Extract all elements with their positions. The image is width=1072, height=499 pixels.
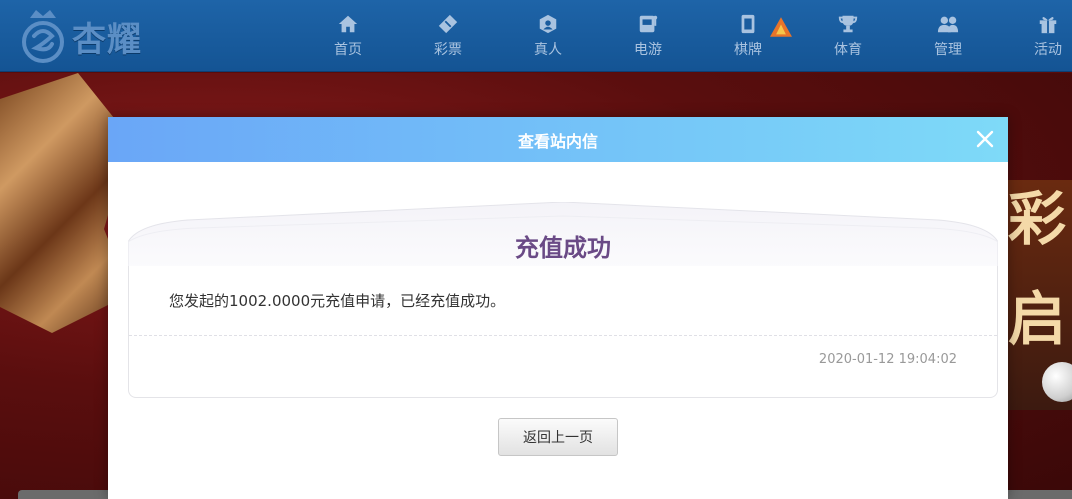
gift-icon (1039, 17, 1057, 34)
message-letter: 充值成功 您发起的1002.0000元充值申请，已经充值成功。 2020-01-… (128, 202, 998, 398)
mahjong-tile-icon (741, 14, 755, 34)
promo-char-1: 彩 (1008, 185, 1067, 253)
content-divider (129, 335, 997, 336)
modal-title: 查看站内信 (517, 131, 598, 151)
nav-item-sports[interactable]: 体育 (798, 0, 898, 72)
message-body: 您发起的1002.0000元充值申请，已经充值成功。 2020-01-12 19… (128, 266, 998, 398)
hot-flame-icon (770, 17, 792, 37)
top-nav-bar: 杏耀 首页 彩票 真人 电游 棋牌 体育 管理 活动 (0, 0, 1072, 72)
nav-item-promotions[interactable]: 活动 (998, 0, 1072, 72)
trophy-icon (838, 15, 858, 33)
back-button[interactable]: 返回上一页 (498, 418, 618, 456)
nav-label: 棋牌 (734, 42, 762, 58)
nav-item-manage[interactable]: 管理 (898, 0, 998, 72)
close-button[interactable] (972, 126, 998, 152)
message-modal: 查看站内信 充值成功 您发起的1002.0000元充值申请，已经充值成功。 20… (108, 117, 1008, 499)
lottery-ticket-icon (438, 14, 458, 34)
logo-emblem-icon (18, 8, 68, 64)
nav-label: 体育 (834, 42, 862, 58)
nav-label: 活动 (1034, 42, 1062, 58)
slot-machine-icon (639, 15, 658, 33)
home-icon (338, 15, 358, 33)
nav-label: 电游 (634, 42, 662, 58)
nav-label: 首页 (334, 42, 362, 58)
nav-item-home[interactable]: 首页 (298, 0, 398, 72)
site-logo[interactable]: 杏耀 (18, 6, 168, 66)
message-timestamp: 2020-01-12 19:04:02 (818, 352, 957, 367)
close-icon (976, 130, 994, 148)
message-title: 充值成功 (515, 234, 611, 262)
nav-item-chess-cards[interactable]: 棋牌 (698, 0, 798, 72)
nav-item-slots[interactable]: 电游 (598, 0, 698, 72)
nav-label: 彩票 (434, 42, 462, 58)
nav-item-lottery[interactable]: 彩票 (398, 0, 498, 72)
modal-header: 查看站内信 (108, 117, 1008, 162)
users-icon (937, 16, 959, 33)
message-content: 您发起的1002.0000元充值申请，已经充值成功。 (169, 292, 506, 310)
main-nav: 首页 彩票 真人 电游 棋牌 体育 管理 活动 (298, 0, 1072, 72)
logo-text: 杏耀 (72, 19, 142, 60)
nav-item-live[interactable]: 真人 (498, 0, 598, 72)
promo-char-2: 启 (1008, 285, 1067, 353)
nav-label: 管理 (934, 42, 962, 58)
live-dealer-icon (539, 14, 557, 34)
nav-label: 真人 (534, 42, 562, 58)
